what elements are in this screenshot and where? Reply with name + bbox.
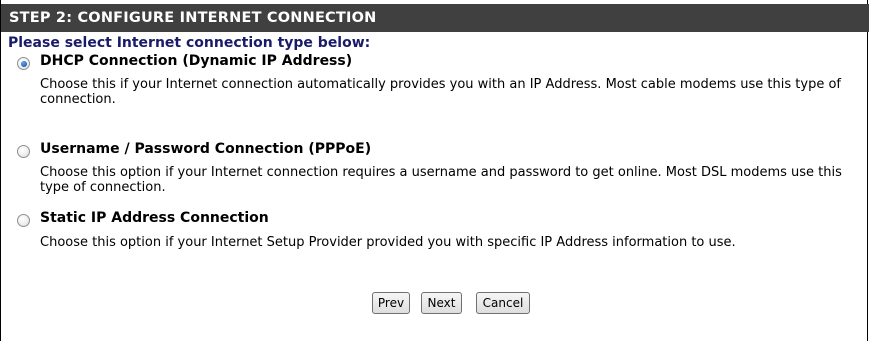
next-button[interactable]: Next bbox=[421, 292, 462, 314]
static-ip-option-label[interactable]: Static IP Address Connection bbox=[40, 210, 269, 226]
static-ip-option-description: Choose this option if your Internet Setu… bbox=[40, 235, 736, 250]
dhcp-option-description: Choose this if your Internet connection … bbox=[40, 77, 841, 107]
pppoe-radio[interactable] bbox=[17, 145, 30, 158]
pppoe-option-label[interactable]: Username / Password Connection (PPPoE) bbox=[40, 141, 371, 157]
cancel-button[interactable]: Cancel bbox=[476, 292, 530, 314]
dhcp-option-label[interactable]: DHCP Connection (Dynamic IP Address) bbox=[40, 53, 352, 69]
wizard-panel: STEP 2: CONFIGURE INTERNET CONNECTION Pl… bbox=[0, 0, 869, 341]
prev-button[interactable]: Prev bbox=[372, 292, 410, 314]
connection-type-prompt: Please select Internet connection type b… bbox=[8, 35, 371, 51]
step-header: STEP 2: CONFIGURE INTERNET CONNECTION bbox=[1, 4, 869, 32]
pppoe-option-description: Choose this option if your Internet conn… bbox=[40, 165, 842, 195]
dhcp-radio[interactable] bbox=[17, 57, 30, 70]
static-ip-radio[interactable] bbox=[17, 214, 30, 227]
